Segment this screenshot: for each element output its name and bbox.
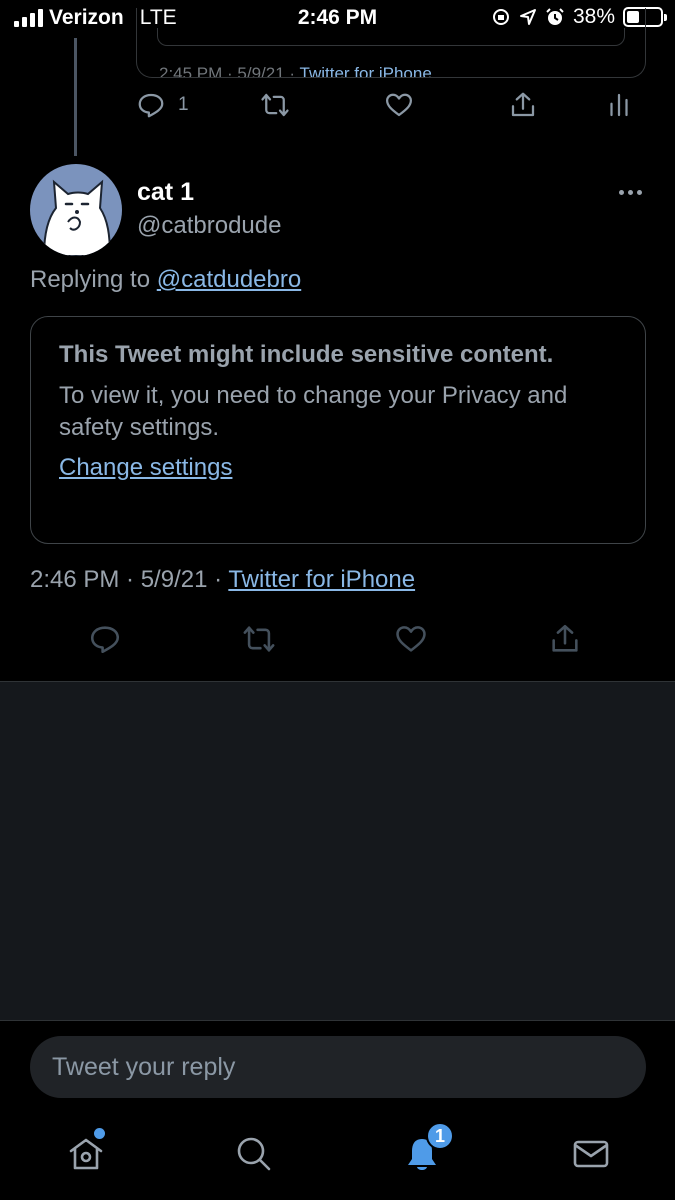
reply-button[interactable] (88, 622, 122, 656)
share-icon (511, 92, 535, 117)
analytics-icon (610, 93, 628, 117)
tab-messages[interactable] (567, 1130, 615, 1178)
cat-avatar-image (42, 179, 112, 256)
tweet-source-link[interactable]: Twitter for iPhone (228, 566, 415, 593)
more-icon[interactable] (612, 180, 648, 204)
previous-tweet-actions: 1 (134, 90, 634, 130)
search-icon (237, 1137, 271, 1171)
replying-to: Replying to @catdudebro (30, 266, 301, 294)
previous-quoted-card[interactable]: 2:45 PM · 5/9/21 · Twitter for iPhone (136, 8, 646, 78)
home-icon (69, 1138, 103, 1170)
previous-retweet-button[interactable] (260, 90, 290, 120)
tweet-meta: 2:46 PM · 5/9/21 · Twitter for iPhone (30, 566, 415, 594)
avatar[interactable] (30, 164, 122, 256)
reply-icon (138, 93, 164, 118)
share-icon (552, 624, 578, 652)
reply-icon (90, 626, 120, 654)
tweet-actions (0, 622, 675, 666)
mail-icon (573, 1140, 609, 1168)
user-handle[interactable]: @catbrodude (137, 212, 281, 240)
tweet-timestamp: 2:46 PM · 5/9/21 · (30, 566, 223, 593)
reply-input[interactable] (52, 1052, 624, 1082)
divider (0, 1020, 675, 1021)
previous-reply-button[interactable]: 1 (136, 90, 189, 120)
like-icon (396, 626, 426, 652)
home-new-dot (94, 1128, 105, 1139)
previous-card-timestamp: 2:45 PM · 5/9/21 · (159, 64, 296, 78)
previous-like-button[interactable] (384, 90, 414, 120)
display-name[interactable]: cat 1 (137, 178, 194, 207)
sensitive-title: This Tweet might include sensitive conte… (59, 341, 554, 368)
like-icon (386, 93, 412, 117)
tab-notifications[interactable]: 1 (398, 1122, 454, 1178)
tab-bar: 1 (0, 1110, 675, 1200)
replies-empty-area (0, 682, 675, 1020)
change-settings-link[interactable]: Change settings (59, 454, 232, 482)
retweet-icon (261, 93, 289, 117)
replying-mention-link[interactable]: @catdudebro (157, 266, 301, 293)
reply-bar[interactable] (30, 1036, 646, 1098)
previous-card-inner (157, 28, 625, 46)
previous-card-source[interactable]: Twitter for iPhone (300, 64, 432, 77)
share-button[interactable] (548, 622, 582, 656)
previous-share-button[interactable] (508, 90, 538, 120)
tab-home[interactable] (62, 1128, 110, 1178)
sensitive-content-notice: This Tweet might include sensitive conte… (30, 316, 646, 544)
notifications-badge: 1 (426, 1122, 454, 1150)
previous-card-meta: 2:45 PM · 5/9/21 · Twitter for iPhone (159, 64, 432, 78)
tab-search[interactable] (230, 1130, 278, 1178)
sensitive-body: To view it, you need to change your Priv… (59, 382, 568, 441)
previous-analytics-button[interactable] (604, 90, 634, 120)
thread-line (74, 38, 77, 156)
like-button[interactable] (394, 622, 428, 656)
retweet-button[interactable] (242, 622, 276, 656)
retweet-icon (243, 626, 275, 652)
replying-prefix: Replying to (30, 266, 151, 293)
previous-reply-count: 1 (178, 94, 189, 115)
